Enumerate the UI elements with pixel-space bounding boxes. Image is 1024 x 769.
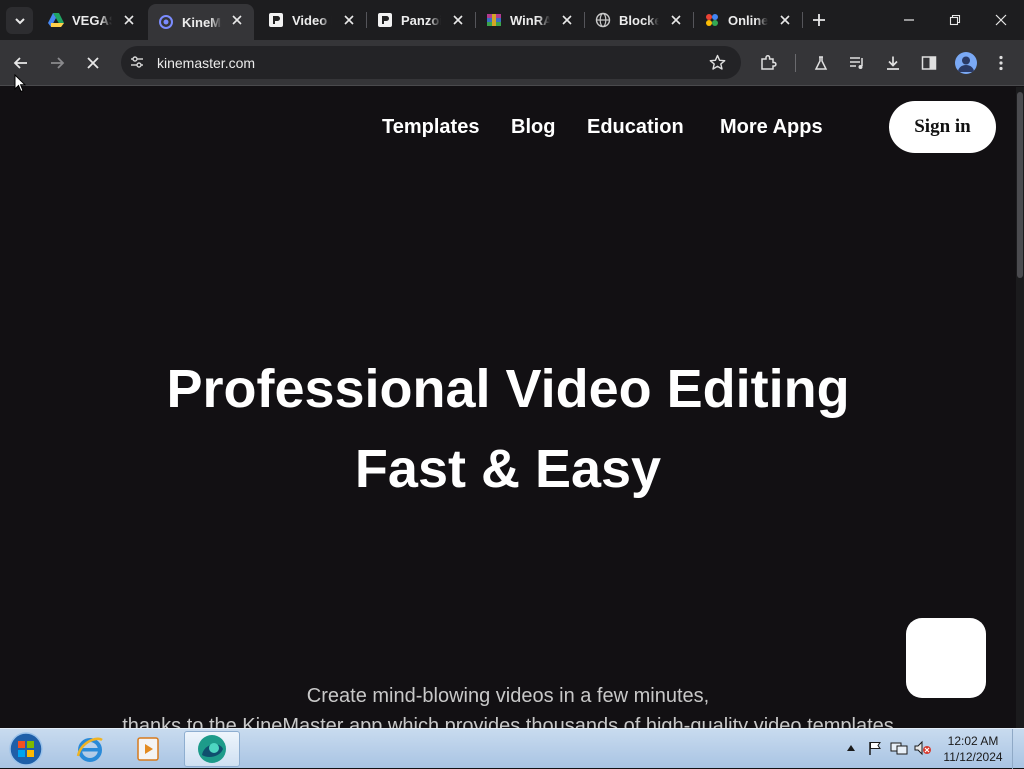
kinemaster-icon xyxy=(158,14,174,30)
tab-online[interactable]: Online xyxy=(694,4,802,36)
close-icon xyxy=(87,57,99,69)
close-window-button[interactable] xyxy=(989,8,1013,32)
tab-search-button[interactable] xyxy=(6,7,33,34)
tab-video-editor[interactable]: Video Editor xyxy=(258,4,366,36)
tab-vegas[interactable]: VEGAS xyxy=(38,4,146,36)
menu-button[interactable] xyxy=(988,50,1014,76)
side-panel-icon xyxy=(921,56,937,70)
web-page: Templates Blog Education More Apps Sign … xyxy=(0,87,1016,728)
clock-time: 12:02 AM xyxy=(947,734,999,748)
p-icon xyxy=(268,12,284,28)
arrow-right-icon xyxy=(51,57,65,69)
close-icon xyxy=(995,14,1007,26)
show-hidden-icons-button[interactable] xyxy=(842,739,860,757)
close-icon[interactable] xyxy=(560,13,574,27)
stop-loading-button[interactable] xyxy=(80,50,106,76)
labs-button[interactable] xyxy=(808,50,834,76)
winrar-icon xyxy=(486,12,502,28)
tab-separator xyxy=(802,12,803,28)
close-icon[interactable] xyxy=(122,13,136,27)
nav-education[interactable]: Education xyxy=(587,116,684,139)
windows-taskbar: 12:02 AM 11/12/2024 xyxy=(0,728,1024,769)
tab-title: WinRAR xyxy=(510,12,550,28)
minimize-button[interactable] xyxy=(897,8,921,32)
restore-button[interactable] xyxy=(943,8,967,32)
google-drive-icon xyxy=(48,12,64,28)
tab-title: KineMaster xyxy=(182,14,222,30)
mouse-cursor-icon xyxy=(14,74,26,93)
taskbar-internet-explorer[interactable] xyxy=(62,731,118,767)
back-button[interactable] xyxy=(8,50,34,76)
download-icon xyxy=(887,56,899,70)
arrow-left-icon xyxy=(13,57,27,69)
chevron-down-icon xyxy=(14,17,25,24)
puzzle-icon xyxy=(761,54,777,70)
internet-explorer-icon xyxy=(76,737,103,762)
start-button[interactable] xyxy=(6,730,46,768)
nav-more-apps[interactable]: More Apps xyxy=(720,116,823,139)
url-text[interactable]: kinemaster.com xyxy=(157,55,255,71)
hero-subtitle-line-1: Create mind-blowing videos in a few minu… xyxy=(306,685,710,707)
plus-icon xyxy=(813,14,825,26)
windows-logo-icon xyxy=(9,732,43,766)
close-icon[interactable] xyxy=(342,13,356,27)
downloads-button[interactable] xyxy=(880,50,906,76)
browser-toolbar: kinemaster.com xyxy=(0,40,1024,86)
hero-heading: Professional Video Editing Fast & Easy xyxy=(0,349,1016,509)
chat-widget-button[interactable] xyxy=(906,618,986,698)
extensions-button[interactable] xyxy=(755,50,781,76)
toolbar-divider xyxy=(795,54,796,72)
taskbar-media-player[interactable] xyxy=(120,731,176,767)
minimize-icon xyxy=(904,19,914,21)
network-icon[interactable] xyxy=(890,739,908,757)
tab-blocked[interactable]: Blocked xyxy=(585,4,693,36)
browser-app-icon xyxy=(198,735,226,763)
action-center-icon[interactable] xyxy=(866,739,884,757)
close-icon[interactable] xyxy=(451,13,465,27)
tab-title: Panzoid xyxy=(401,12,441,28)
p-icon xyxy=(377,12,393,28)
more-vertical-icon xyxy=(999,55,1003,71)
site-settings-icon[interactable] xyxy=(129,54,145,75)
hero-line-1: Professional Video Editing xyxy=(166,359,850,419)
hero-subtitle-line-2: thanks to the KineMaster app which provi… xyxy=(122,715,894,728)
media-player-icon xyxy=(137,737,159,761)
tab-strip: VEGAS KineMaster Video Editor Panzoid Wi… xyxy=(0,0,1024,40)
nav-templates[interactable]: Templates xyxy=(382,116,479,139)
restore-icon xyxy=(949,14,961,26)
media-controls-button[interactable] xyxy=(844,50,870,76)
sign-in-button[interactable]: Sign in xyxy=(889,101,996,153)
new-tab-button[interactable] xyxy=(808,9,830,31)
close-icon[interactable] xyxy=(778,13,792,27)
scrollbar-thumb[interactable] xyxy=(1017,92,1023,278)
close-icon[interactable] xyxy=(230,13,244,27)
clock-date: 11/12/2024 xyxy=(943,750,1003,764)
tab-title: Online xyxy=(728,12,768,28)
forward-button[interactable] xyxy=(44,50,70,76)
nav-blog[interactable]: Blog xyxy=(511,116,555,139)
volume-muted-icon[interactable] xyxy=(914,739,932,757)
tab-title: Video Editor xyxy=(292,12,332,28)
system-clock[interactable]: 12:02 AM 11/12/2024 xyxy=(938,733,1008,765)
profile-avatar-icon[interactable] xyxy=(955,52,977,74)
close-icon[interactable] xyxy=(669,13,683,27)
tab-panzoid[interactable]: Panzoid xyxy=(367,4,475,36)
flask-icon xyxy=(814,56,828,70)
tab-winrar[interactable]: WinRAR xyxy=(476,4,584,36)
taskbar-chrome-app[interactable] xyxy=(184,731,240,767)
side-panel-button[interactable] xyxy=(916,50,942,76)
page-scrollbar[interactable] xyxy=(1016,87,1024,728)
globe-icon xyxy=(595,12,611,28)
queue-music-icon xyxy=(850,57,863,69)
chevron-up-icon xyxy=(847,745,855,751)
tab-title: Blocked xyxy=(619,12,659,28)
show-desktop-button[interactable] xyxy=(1012,729,1024,769)
colorful-dots-icon xyxy=(704,12,720,28)
tab-title: VEGAS xyxy=(72,12,112,28)
tab-kinemaster[interactable]: KineMaster xyxy=(148,4,254,40)
address-bar[interactable]: kinemaster.com xyxy=(121,46,741,79)
star-icon[interactable] xyxy=(709,54,726,76)
hero-line-2: Fast & Easy xyxy=(354,439,662,499)
